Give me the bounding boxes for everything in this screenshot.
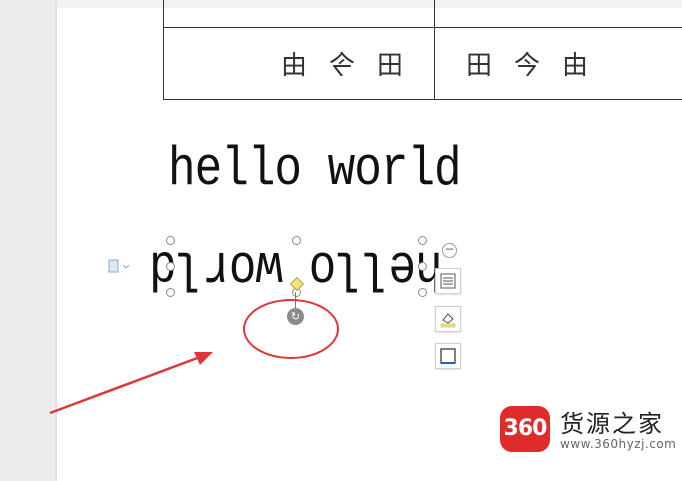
watermark: 360 货源之家 www.360hyzj.com	[500, 404, 682, 454]
watermark-url: www.360hyzj.com	[560, 437, 677, 451]
watermark-logo: 360	[500, 406, 550, 452]
watermark-name: 货源之家	[560, 410, 664, 438]
